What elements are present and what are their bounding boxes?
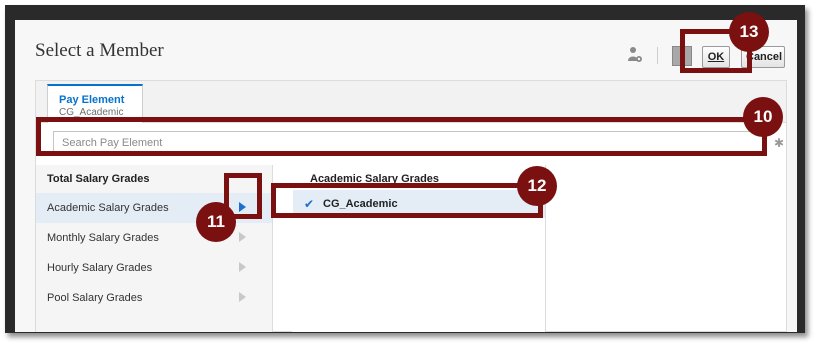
list-item-label: Monthly Salary Grades: [47, 232, 159, 244]
list-item-label: Academic Salary Grades: [47, 202, 169, 214]
step-badge-12: 12: [517, 166, 557, 206]
expand-arrow-icon[interactable]: [239, 262, 246, 272]
callout-box-member: [271, 183, 543, 218]
toolbar-divider: [657, 47, 658, 64]
dialog-title: Select a Member: [35, 40, 164, 61]
search-options-icon[interactable]: ✱: [774, 136, 784, 150]
list-item-label: Pool Salary Grades: [47, 292, 143, 304]
expand-arrow-icon[interactable]: [239, 292, 246, 302]
list-item-hourly-salary-grades[interactable]: Hourly Salary Grades: [36, 253, 272, 283]
list-item-label: Hourly Salary Grades: [47, 262, 153, 274]
list-item-pool-salary-grades[interactable]: Pool Salary Grades: [36, 283, 272, 313]
person-gear-icon[interactable]: [627, 46, 643, 64]
column-header: Total Salary Grades: [47, 173, 150, 185]
step-badge-10: 10: [743, 97, 783, 137]
callout-box-search: [36, 117, 767, 156]
tab-label: Pay Element: [59, 94, 125, 106]
list-item-monthly-salary-grades[interactable]: Monthly Salary Grades: [36, 223, 272, 253]
step-badge-13: 13: [729, 12, 769, 52]
step-badge-11: 11: [196, 202, 236, 242]
expand-arrow-icon[interactable]: [239, 232, 246, 242]
